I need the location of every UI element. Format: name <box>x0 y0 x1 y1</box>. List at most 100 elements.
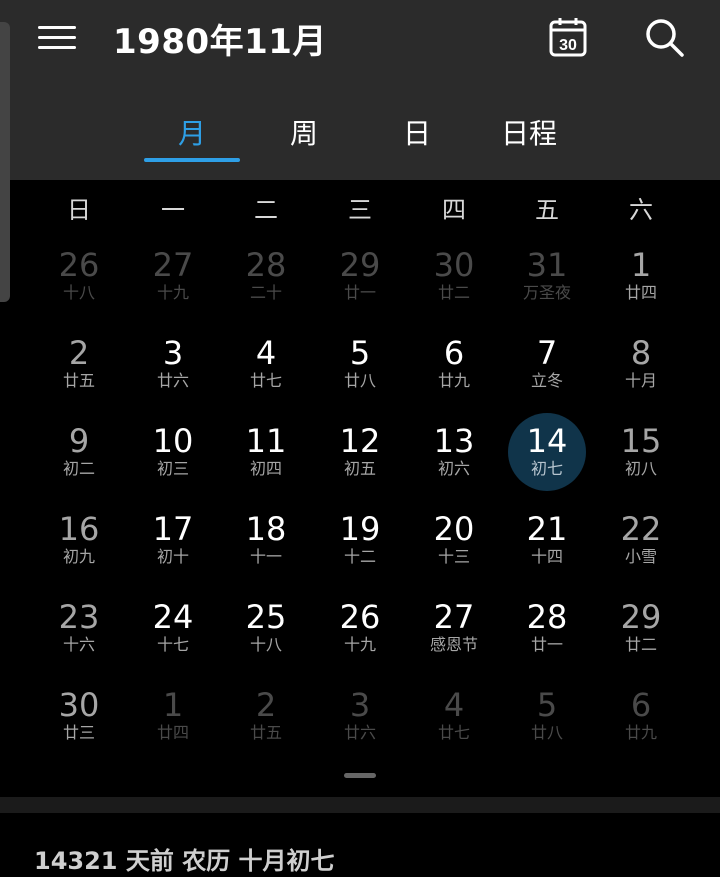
day-number: 20 <box>433 510 475 548</box>
tab-day[interactable]: 日 <box>367 112 467 152</box>
day-cell[interactable]: 16 初九 <box>32 502 126 590</box>
day-cell[interactable]: 15 初八 <box>594 414 688 502</box>
day-cell[interactable]: 27 感恩节 <box>407 590 501 678</box>
day-cell[interactable]: 30 廿三 <box>32 678 126 766</box>
day-cell[interactable]: 17 初十 <box>126 502 220 590</box>
lunar-date: 初九 <box>62 547 95 566</box>
scroll-indicator <box>0 22 10 302</box>
weekday-fri: 五 <box>535 196 559 224</box>
lunar-date: 小雪 <box>624 547 657 566</box>
day-number: 9 <box>68 422 90 460</box>
lunar-date: 十六 <box>62 635 95 654</box>
lunar-date: 十八 <box>62 283 95 302</box>
search-icon[interactable] <box>643 16 685 58</box>
day-cell[interactable]: 10 初三 <box>126 414 220 502</box>
lunar-date: 廿二 <box>624 635 657 654</box>
day-number: 5 <box>536 686 558 724</box>
day-cell[interactable]: 20 十三 <box>407 502 501 590</box>
day-cell[interactable]: 29 廿一 <box>313 238 407 326</box>
day-cell[interactable]: 3 廿六 <box>313 678 407 766</box>
day-cell[interactable]: 29 廿二 <box>594 590 688 678</box>
day-cell[interactable]: 6 廿九 <box>594 678 688 766</box>
day-cell[interactable]: 26 十八 <box>32 238 126 326</box>
menu-icon[interactable] <box>38 22 76 54</box>
lunar-date: 初二 <box>62 459 95 478</box>
day-number: 8 <box>630 334 652 372</box>
weekday-sun: 日 <box>67 196 91 224</box>
lunar-date: 初三 <box>156 459 189 478</box>
day-cell[interactable]: 13 初六 <box>407 414 501 502</box>
lunar-date: 廿四 <box>156 723 189 742</box>
today-calendar-icon[interactable]: 30 <box>548 16 588 58</box>
day-cell[interactable]: 6 廿九 <box>407 326 501 414</box>
tab-month[interactable]: 月 <box>142 112 242 152</box>
drag-handle[interactable] <box>344 773 376 778</box>
view-tabs: 月 周 日 日程 <box>0 112 720 162</box>
lunar-date: 廿八 <box>530 723 563 742</box>
day-number: 29 <box>620 598 662 636</box>
day-cell[interactable]: 30 廿二 <box>407 238 501 326</box>
day-number: 10 <box>152 422 194 460</box>
day-cell[interactable]: 4 廿七 <box>219 326 313 414</box>
day-cell[interactable]: 23 十六 <box>32 590 126 678</box>
lunar-date: 十八 <box>249 635 282 654</box>
day-cell[interactable]: 4 廿七 <box>407 678 501 766</box>
today-icon-day: 30 <box>559 37 577 54</box>
day-cell[interactable]: 9 初二 <box>32 414 126 502</box>
day-cell[interactable]: 28 二十 <box>219 238 313 326</box>
day-cell[interactable]: 31 万圣夜 <box>500 238 594 326</box>
lunar-date: 十月 <box>624 371 657 390</box>
day-number: 12 <box>339 422 381 460</box>
lunar-date: 感恩节 <box>429 635 478 654</box>
lunar-date: 廿三 <box>62 723 95 742</box>
lunar-date: 廿四 <box>624 283 657 302</box>
day-cell[interactable]: 1 廿四 <box>126 678 220 766</box>
day-number: 6 <box>630 686 652 724</box>
day-cell[interactable]: 22 小雪 <box>594 502 688 590</box>
lunar-date: 廿六 <box>156 371 189 390</box>
day-cell[interactable]: 3 廿六 <box>126 326 220 414</box>
day-cell[interactable]: 12 初五 <box>313 414 407 502</box>
day-number: 27 <box>152 246 194 284</box>
lunar-date: 万圣夜 <box>522 283 571 302</box>
day-number: 21 <box>526 510 568 548</box>
page-title[interactable]: 1980年11月 <box>113 14 327 63</box>
day-cell[interactable]: 26 十九 <box>313 590 407 678</box>
day-cell[interactable]: 2 廿五 <box>219 678 313 766</box>
day-number: 24 <box>152 598 194 636</box>
day-number: 7 <box>536 334 558 372</box>
day-cell[interactable]: 24 十七 <box>126 590 220 678</box>
day-cell[interactable]: 5 廿八 <box>313 326 407 414</box>
lunar-date: 十三 <box>437 547 470 566</box>
day-cell[interactable]: 27 十九 <box>126 238 220 326</box>
lunar-date: 初十 <box>156 547 189 566</box>
day-number: 28 <box>526 598 568 636</box>
day-cell[interactable]: 8 十月 <box>594 326 688 414</box>
lunar-date: 廿九 <box>437 371 470 390</box>
lunar-date: 十四 <box>530 547 563 566</box>
day-cell[interactable]: 18 十一 <box>219 502 313 590</box>
day-number: 4 <box>255 334 277 372</box>
date-info: 14321 天前 农历 十月初七 <box>34 847 335 875</box>
day-cell[interactable]: 21 十四 <box>500 502 594 590</box>
day-cell[interactable]: 25 十八 <box>219 590 313 678</box>
lunar-date: 廿七 <box>437 723 470 742</box>
day-cell[interactable]: 2 廿五 <box>32 326 126 414</box>
lunar-date: 廿五 <box>62 371 95 390</box>
day-cell[interactable]: 28 廿一 <box>500 590 594 678</box>
lunar-date: 十七 <box>156 635 189 654</box>
day-cell[interactable]: 1 廿四 <box>594 238 688 326</box>
weekday-mon: 一 <box>161 196 185 224</box>
day-cell[interactable]: 11 初四 <box>219 414 313 502</box>
lunar-date: 十一 <box>249 547 282 566</box>
tab-schedule[interactable]: 日程 <box>479 112 579 152</box>
day-number: 29 <box>339 246 381 284</box>
lunar-date: 廿一 <box>530 635 563 654</box>
day-cell[interactable]: 5 廿八 <box>500 678 594 766</box>
day-cell[interactable]: 19 十二 <box>313 502 407 590</box>
day-cell[interactable]: 7 立冬 <box>500 326 594 414</box>
day-cell-selected[interactable]: 14 初七 <box>500 413 594 502</box>
tab-week[interactable]: 周 <box>254 112 354 152</box>
lunar-date: 十九 <box>156 283 189 302</box>
day-number: 31 <box>526 246 568 284</box>
